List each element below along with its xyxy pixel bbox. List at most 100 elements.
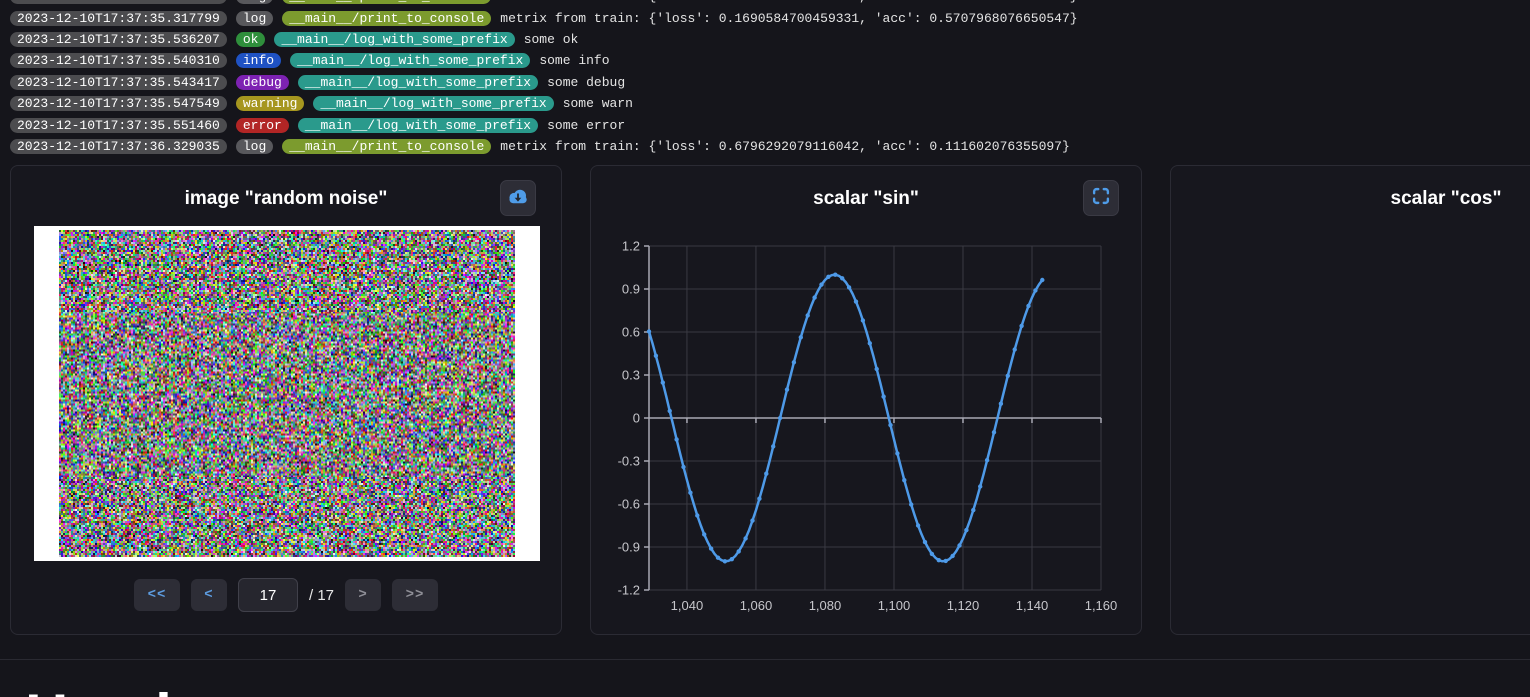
timestamp-badge: 2023-12-10T17:37:35.536207 (10, 32, 227, 47)
series-marker (806, 313, 810, 317)
log-module-badge: __main__/log_with_some_prefix (290, 53, 530, 68)
series-marker (647, 329, 651, 333)
timestamp-badge: 2023-12-10T17:37:36.329035 (10, 139, 227, 154)
series-marker (1033, 288, 1037, 292)
series-marker (654, 354, 658, 358)
series-marker (1019, 324, 1023, 328)
series-marker (668, 409, 672, 413)
series-marker (861, 318, 865, 322)
series-marker (847, 285, 851, 289)
log-message: metrix from train: {'loss': 0.1690584700… (500, 0, 1077, 4)
series-marker (1006, 374, 1010, 378)
log-level-badge: log (236, 11, 273, 26)
next-page-button[interactable]: > (345, 579, 381, 611)
x-axis-label: 1,040 (671, 598, 704, 613)
cos-card-title: scalar "cos" (1171, 188, 1530, 210)
last-page-button[interactable]: >> (392, 579, 438, 611)
series-marker (750, 518, 754, 522)
log-row: 2023-12-10T17:37:35.540310 info __main__/l… (0, 50, 1530, 71)
series-marker (661, 380, 665, 384)
timestamp-badge: 2023-12-10T17:37:35.313501 (10, 0, 227, 4)
series-marker (1013, 347, 1017, 351)
first-page-button[interactable]: << (134, 579, 180, 611)
series-marker (785, 387, 789, 391)
image-card-title: image "random noise" (11, 188, 561, 210)
series-marker (681, 465, 685, 469)
log-row: 2023-12-10T17:37:35.317799log__main__/pr… (0, 7, 1530, 28)
random-noise-image (59, 230, 515, 557)
log-level-badge: log (236, 139, 273, 154)
series-marker (799, 335, 803, 339)
prev-page-button[interactable]: < (191, 579, 227, 611)
series-marker (716, 556, 720, 560)
series-marker (909, 502, 913, 506)
log-message: some error (547, 118, 625, 133)
scalar-sin-card: scalar "sin" 1.20.90.60.30-0.3-0.6-0.9-1… (590, 165, 1142, 635)
series-marker (819, 282, 823, 286)
series-marker (757, 497, 761, 501)
series-marker (985, 458, 989, 462)
series-marker (902, 478, 906, 482)
log-row: 2023-12-10T17:37:35.543417debug__main__/… (0, 72, 1530, 93)
x-axis-label: 1,140 (1016, 598, 1049, 613)
series-marker (695, 513, 699, 517)
log-message: metrix from train: {'loss': 0.1690584700… (500, 11, 1077, 26)
log-row: 2023-12-10T17:37:36.329035 log __main__/pr… (0, 136, 1530, 157)
log-level-badge: ok (236, 32, 266, 47)
log-message: metrix from train: {'loss': 0.6796292079… (500, 139, 1070, 154)
series-marker (778, 416, 782, 420)
log-output: 2023-12-10T17:37:35.313501 log __main__/pr… (0, 0, 1530, 157)
page-number-input[interactable] (238, 578, 298, 612)
series-marker (930, 552, 934, 556)
series-marker (792, 360, 796, 364)
series-marker (957, 543, 961, 547)
y-axis-label: -0.3 (618, 454, 640, 469)
series-marker (978, 484, 982, 488)
series-marker (688, 491, 692, 495)
series-marker (826, 275, 830, 279)
x-axis-label: 1,100 (878, 598, 911, 613)
series-marker (723, 559, 727, 563)
page-total-label: / 17 (309, 587, 334, 604)
series-marker (881, 394, 885, 398)
log-level-badge: warning (236, 96, 305, 111)
cloud-download-button[interactable] (500, 180, 536, 216)
series-marker (950, 554, 954, 558)
section-divider (0, 659, 1530, 660)
sin-fullscreen-button[interactable] (1083, 180, 1119, 216)
sin-chart: 1.20.90.60.30-0.3-0.6-0.9-1.21,0401,0601… (591, 216, 1142, 635)
log-level-badge: info (236, 53, 281, 68)
series-marker (875, 367, 879, 371)
timestamp-badge: 2023-12-10T17:37:35.540310 (10, 53, 227, 68)
series-marker (730, 557, 734, 561)
series-marker (812, 295, 816, 299)
log-message: some debug (547, 75, 625, 90)
log-module-badge: __main__/log_with_some_prefix (298, 75, 538, 90)
series-marker (971, 508, 975, 512)
y-axis-label: 0.9 (622, 282, 640, 297)
series-marker (944, 559, 948, 563)
log-module-badge: __main__/print_to_console (282, 139, 491, 154)
series-marker (923, 540, 927, 544)
series-marker (888, 423, 892, 427)
log-message: some info (539, 53, 609, 68)
y-axis-label: 1.2 (622, 239, 640, 254)
y-axis-label: 0.6 (622, 325, 640, 340)
log-module-badge: __main__/log_with_some_prefix (274, 32, 514, 47)
series-marker (868, 341, 872, 345)
cloud-download-icon (506, 184, 530, 213)
y-axis-label: -0.9 (618, 540, 640, 555)
cards-row: image "random noise" << < (10, 165, 1530, 635)
log-module-badge: __main__/log_with_some_prefix (298, 118, 538, 133)
series-marker (999, 402, 1003, 406)
log-module-badge: __main__/print_to_console (282, 0, 491, 4)
series-marker (743, 536, 747, 540)
log-row-partial: 2023-12-10T17:37:35.313501log__main__/pr… (0, 0, 1530, 7)
series-marker (895, 451, 899, 455)
log-message: some ok (524, 32, 579, 47)
app-screen: 2023-12-10T17:37:35.313501 log __main__/pr… (0, 0, 1530, 697)
series-marker (1026, 304, 1030, 308)
series-marker (916, 523, 920, 527)
timestamp-badge: 2023-12-10T17:37:35.543417 (10, 75, 227, 90)
series-marker (674, 437, 678, 441)
